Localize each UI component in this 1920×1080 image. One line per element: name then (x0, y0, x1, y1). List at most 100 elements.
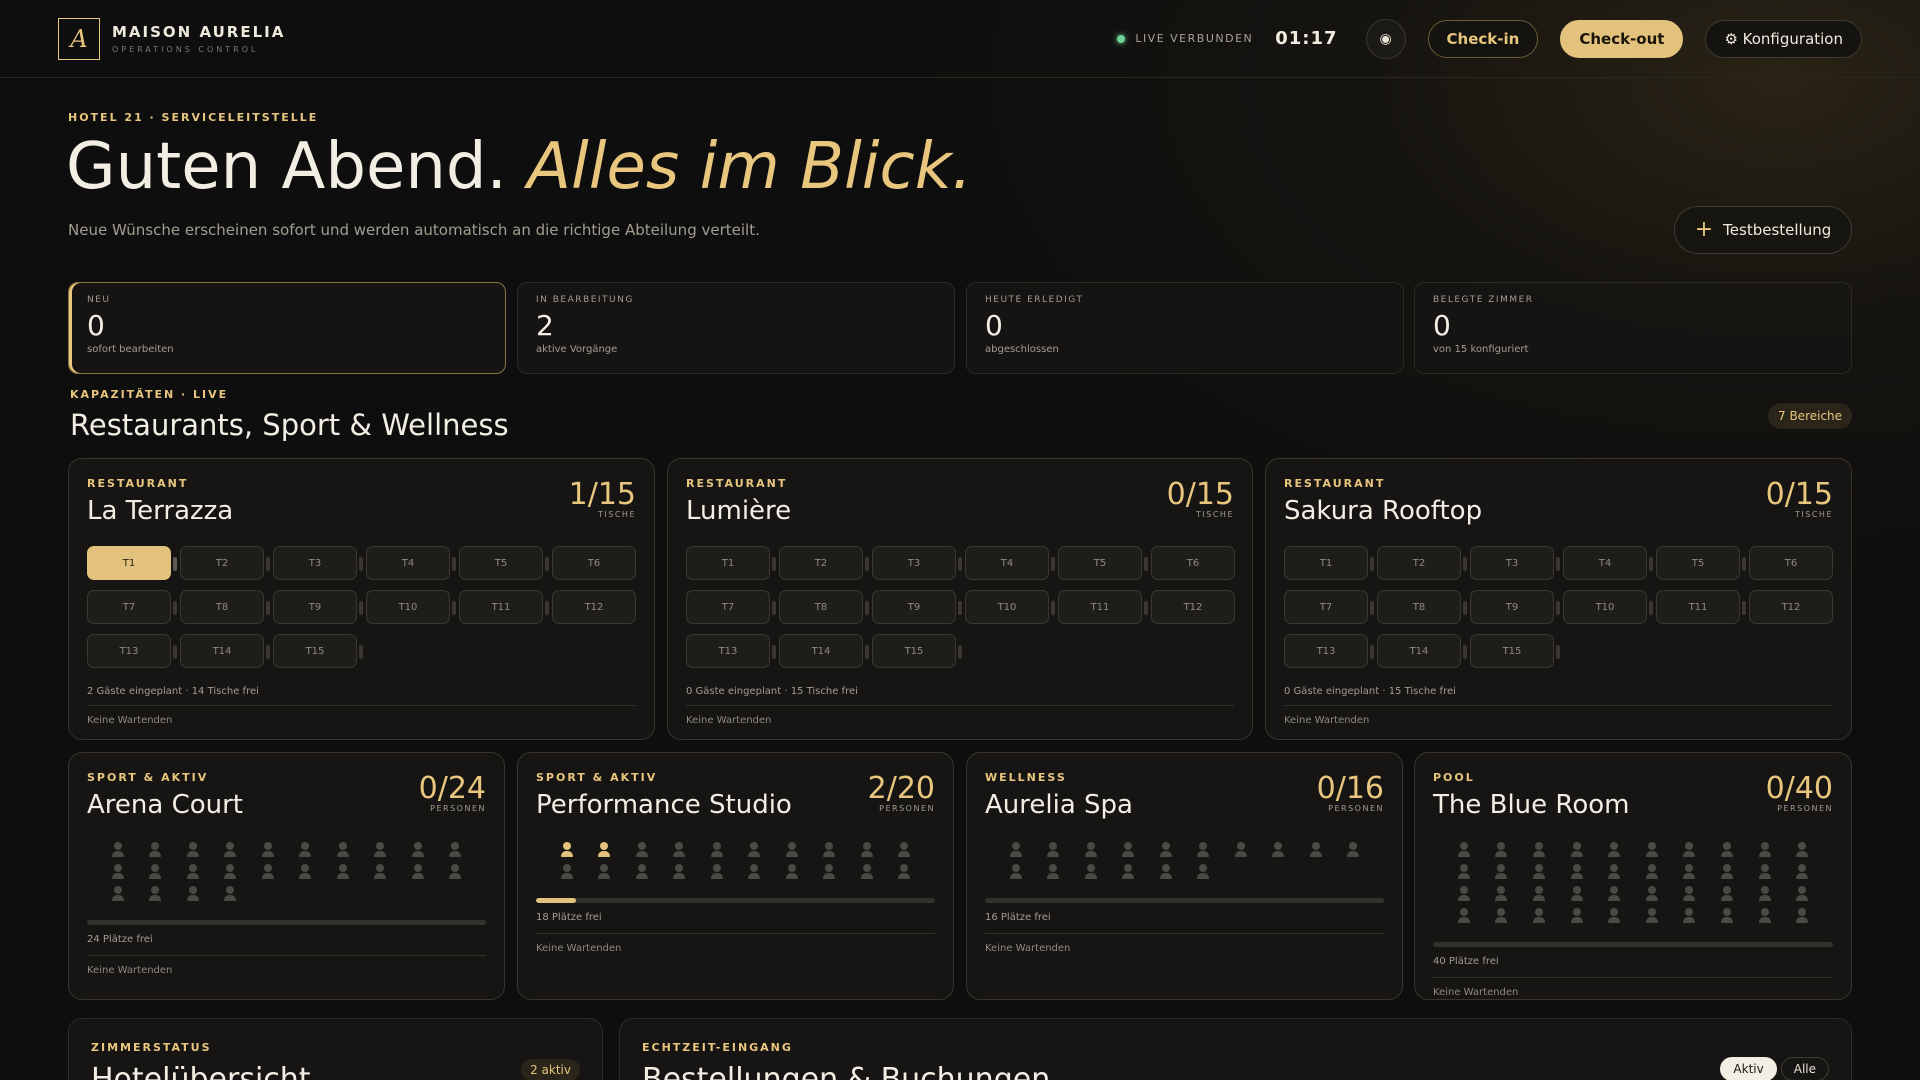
table-t1[interactable]: T1 (686, 546, 776, 580)
card-waiting: Keine Wartenden (536, 943, 622, 954)
stat-note: aktive Vorgänge (536, 344, 618, 355)
card-free: 16 Plätze frei (985, 912, 1384, 934)
hero-title-accent: Alles im Blick. (527, 130, 973, 204)
table-t8[interactable]: T8 (180, 590, 270, 624)
person-icon (324, 842, 362, 860)
table-t9[interactable]: T9 (273, 590, 363, 624)
table-t6[interactable]: T6 (552, 546, 636, 580)
table-t8[interactable]: T8 (1377, 590, 1467, 624)
card-name: Sakura Rooftop (1284, 496, 1483, 526)
stat-card-in-progress[interactable]: IN BEARBEITUNG 2 aktive Vorgänge (517, 282, 955, 374)
person-icon (399, 842, 437, 860)
hero-subtitle: Neue Wünsche erscheinen sofort und werde… (68, 221, 760, 239)
table-t11[interactable]: T11 (1656, 590, 1746, 624)
table-t10[interactable]: T10 (1563, 590, 1653, 624)
theme-toggle-button[interactable]: ◉ (1365, 18, 1406, 59)
count-value: 2/20 (867, 771, 935, 806)
table-t1[interactable]: T1 (87, 546, 177, 580)
person-icon (811, 864, 849, 882)
table-t3[interactable]: T3 (1470, 546, 1560, 580)
live-status-text: LIVE VERBUNDEN (1135, 32, 1254, 45)
stat-card-occupied-rooms[interactable]: BELEGTE ZIMMER 0 von 15 konfiguriert (1414, 282, 1852, 374)
table-t12[interactable]: T12 (552, 590, 636, 624)
table-t10[interactable]: T10 (965, 590, 1055, 624)
stat-card-new[interactable]: NEU 0 sofort bearbeiten (68, 282, 506, 374)
table-t3[interactable]: T3 (872, 546, 962, 580)
table-t13[interactable]: T13 (686, 634, 776, 668)
table-t1[interactable]: T1 (1284, 546, 1374, 580)
table-t15[interactable]: T15 (273, 634, 363, 668)
table-t7[interactable]: T7 (1284, 590, 1374, 624)
person-icon (1708, 842, 1746, 860)
table-t7[interactable]: T7 (686, 590, 776, 624)
checkin-button[interactable]: Check-in (1427, 19, 1539, 58)
restaurant-card-la-terrazza[interactable]: RESTAURANT La Terrazza 1/15 TISCHE T1 T2 T… (68, 458, 655, 740)
person-icon (1783, 886, 1821, 904)
table-t7[interactable]: T7 (87, 590, 177, 624)
table-t14[interactable]: T14 (779, 634, 869, 668)
table-t10[interactable]: T10 (366, 590, 456, 624)
person-icon (1746, 864, 1784, 882)
table-t11[interactable]: T11 (1058, 590, 1148, 624)
filter-all-button[interactable]: Alle (1780, 1057, 1829, 1080)
person-icon (1185, 842, 1223, 860)
filter-active-button[interactable]: Aktiv (1720, 1057, 1777, 1080)
table-t6[interactable]: T6 (1749, 546, 1833, 580)
configuration-button[interactable]: ⚙ Konfiguration (1705, 19, 1862, 58)
space-card-blue-room[interactable]: POOL The Blue Room 0/40 PERSONEN 40 Plät… (1414, 752, 1852, 1000)
stat-card-done-today[interactable]: HEUTE ERLEDIGT 0 abgeschlossen (966, 282, 1404, 374)
person-icon (1708, 864, 1746, 882)
person-icon (1445, 864, 1483, 882)
person-icon (623, 842, 661, 860)
table-t9[interactable]: T9 (872, 590, 962, 624)
card-count: 2/20 PERSONEN (868, 771, 935, 813)
table-t3[interactable]: T3 (273, 546, 363, 580)
person-icon (1708, 908, 1746, 926)
table-t2[interactable]: T2 (1377, 546, 1467, 580)
table-t2[interactable]: T2 (180, 546, 270, 580)
space-card-aurelia-spa[interactable]: WELLNESS Aurelia Spa 0/16 PERSONEN 16 Pl… (966, 752, 1403, 1000)
plus-icon: + (1694, 217, 1714, 242)
table-t13[interactable]: T13 (87, 634, 177, 668)
table-t5[interactable]: T5 (459, 546, 549, 580)
table-t14[interactable]: T14 (1377, 634, 1467, 668)
table-t15[interactable]: T15 (1470, 634, 1560, 668)
restaurant-card-sakura-rooftop[interactable]: RESTAURANT Sakura Rooftop 0/15 TISCHE T1… (1265, 458, 1852, 740)
space-card-performance-studio[interactable]: SPORT & AKTIV Performance Studio 2/20 PE… (517, 752, 954, 1000)
person-icon (1520, 886, 1558, 904)
table-t11[interactable]: T11 (459, 590, 549, 624)
table-t5[interactable]: T5 (1656, 546, 1746, 580)
card-count: 1/15 TISCHE (569, 477, 636, 519)
table-t12[interactable]: T12 (1151, 590, 1235, 624)
person-icon (1783, 908, 1821, 926)
table-t5[interactable]: T5 (1058, 546, 1148, 580)
table-t6[interactable]: T6 (1151, 546, 1235, 580)
panel-eyebrow: ECHTZEIT-EINGANG (642, 1041, 793, 1054)
table-t9[interactable]: T9 (1470, 590, 1560, 624)
hero-title-main: Guten Abend. (66, 130, 507, 204)
person-grid (87, 842, 486, 904)
table-t8[interactable]: T8 (779, 590, 869, 624)
person-icon (362, 864, 400, 882)
person-icon (661, 864, 699, 882)
person-icon (586, 842, 624, 860)
person-icon (287, 864, 325, 882)
space-card-arena-court[interactable]: SPORT & AKTIV Arena Court 0/24 PERSONEN … (68, 752, 505, 1000)
table-t2[interactable]: T2 (779, 546, 869, 580)
person-icon (773, 842, 811, 860)
restaurant-card-lumiere[interactable]: RESTAURANT Lumière 0/15 TISCHE T1 T2 T3 T4 T… (667, 458, 1253, 740)
table-t4[interactable]: T4 (366, 546, 456, 580)
table-t4[interactable]: T4 (1563, 546, 1653, 580)
table-t13[interactable]: T13 (1284, 634, 1374, 668)
person-icon (437, 842, 475, 860)
person-icon (1520, 842, 1558, 860)
table-t4[interactable]: T4 (965, 546, 1055, 580)
person-icon (1671, 908, 1709, 926)
table-t15[interactable]: T15 (872, 634, 962, 668)
test-order-button[interactable]: + Testbestellung (1674, 206, 1852, 254)
panel-eyebrow: ZIMMERSTATUS (91, 1041, 212, 1054)
person-icon (548, 864, 586, 882)
checkout-button[interactable]: Check-out (1560, 19, 1684, 58)
table-t14[interactable]: T14 (180, 634, 270, 668)
table-t12[interactable]: T12 (1749, 590, 1833, 624)
